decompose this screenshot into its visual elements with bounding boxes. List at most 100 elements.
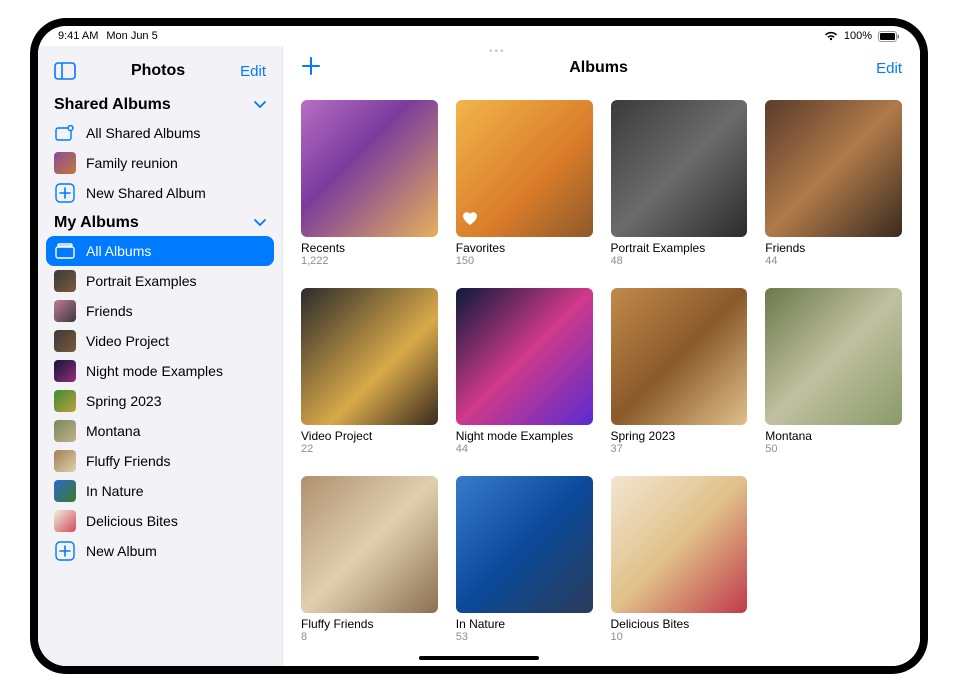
sidebar-item-label: Montana bbox=[86, 423, 140, 439]
sidebar-item-montana[interactable]: Montana bbox=[46, 416, 274, 446]
album-name: In Nature bbox=[456, 617, 593, 631]
album-count: 44 bbox=[456, 443, 593, 455]
more-dots-icon[interactable]: ••• bbox=[489, 46, 506, 57]
album-count: 53 bbox=[456, 631, 593, 643]
main-edit-button[interactable]: Edit bbox=[876, 60, 902, 77]
album-name: Fluffy Friends bbox=[301, 617, 438, 631]
album-cover bbox=[611, 476, 748, 613]
sidebar-title: Photos bbox=[76, 62, 240, 80]
album-cover bbox=[456, 476, 593, 613]
album-count: 8 bbox=[301, 631, 438, 643]
album-count: 1,222 bbox=[301, 255, 438, 267]
sidebar-item-spring-2023[interactable]: Spring 2023 bbox=[46, 386, 274, 416]
albums-grid[interactable]: Recents 1,222 Favorites 150 bbox=[283, 90, 920, 666]
album-delicious-bites[interactable]: Delicious Bites 10 bbox=[611, 476, 748, 646]
album-stack-icon bbox=[54, 240, 76, 262]
album-count: 44 bbox=[765, 255, 902, 267]
chevron-down-icon bbox=[254, 214, 266, 232]
album-recents[interactable]: Recents 1,222 bbox=[301, 100, 438, 270]
section-header-my[interactable]: My Albums bbox=[38, 208, 282, 236]
sidebar-item-all-albums[interactable]: All Albums bbox=[46, 236, 274, 266]
album-name: Montana bbox=[765, 429, 902, 443]
album-name: Favorites bbox=[456, 241, 593, 255]
plus-icon bbox=[54, 182, 76, 204]
album-cover bbox=[611, 100, 748, 237]
sidebar-item-delicious-bites[interactable]: Delicious Bites bbox=[46, 506, 274, 536]
heart-icon bbox=[462, 211, 478, 231]
album-thumbnail bbox=[54, 390, 76, 412]
album-cover bbox=[456, 288, 593, 425]
album-cover bbox=[301, 100, 438, 237]
album-portrait-examples[interactable]: Portrait Examples 48 bbox=[611, 100, 748, 270]
album-name: Video Project bbox=[301, 429, 438, 443]
album-name: Recents bbox=[301, 241, 438, 255]
home-indicator[interactable] bbox=[419, 656, 539, 660]
plus-icon bbox=[54, 540, 76, 562]
album-thumbnail bbox=[54, 152, 76, 174]
sidebar-item-label: New Shared Album bbox=[86, 185, 206, 201]
album-fluffy-friends[interactable]: Fluffy Friends 8 bbox=[301, 476, 438, 646]
album-montana[interactable]: Montana 50 bbox=[765, 288, 902, 458]
sidebar-item-in-nature[interactable]: In Nature bbox=[46, 476, 274, 506]
sidebar-item-fluffy-friends[interactable]: Fluffy Friends bbox=[46, 446, 274, 476]
sidebar-item-label: Spring 2023 bbox=[86, 393, 162, 409]
page-title: Albums bbox=[569, 59, 628, 77]
album-spring-2023[interactable]: Spring 2023 37 bbox=[611, 288, 748, 458]
album-cover bbox=[301, 476, 438, 613]
sidebar-item-label: In Nature bbox=[86, 483, 144, 499]
album-count: 48 bbox=[611, 255, 748, 267]
album-in-nature[interactable]: In Nature 53 bbox=[456, 476, 593, 646]
album-favorites[interactable]: Favorites 150 bbox=[456, 100, 593, 270]
battery-percent: 100% bbox=[844, 30, 872, 42]
sidebar-item-video-project[interactable]: Video Project bbox=[46, 326, 274, 356]
wifi-icon bbox=[824, 31, 838, 41]
sidebar-item-portrait-examples[interactable]: Portrait Examples bbox=[46, 266, 274, 296]
sidebar-item-night-mode[interactable]: Night mode Examples bbox=[46, 356, 274, 386]
section-label: My Albums bbox=[54, 214, 139, 232]
album-thumbnail bbox=[54, 330, 76, 352]
sidebar-edit-button[interactable]: Edit bbox=[240, 63, 266, 80]
album-count: 150 bbox=[456, 255, 593, 267]
album-name: Delicious Bites bbox=[611, 617, 748, 631]
status-date: Mon Jun 5 bbox=[106, 30, 157, 42]
sidebar-item-label: Fluffy Friends bbox=[86, 453, 171, 469]
album-video-project[interactable]: Video Project 22 bbox=[301, 288, 438, 458]
album-thumbnail bbox=[54, 270, 76, 292]
add-album-button[interactable] bbox=[301, 56, 321, 81]
album-friends[interactable]: Friends 44 bbox=[765, 100, 902, 270]
album-name: Spring 2023 bbox=[611, 429, 748, 443]
sidebar-item-label: Video Project bbox=[86, 333, 169, 349]
sidebar-item-label: Friends bbox=[86, 303, 133, 319]
album-night-mode[interactable]: Night mode Examples 44 bbox=[456, 288, 593, 458]
sidebar-item-label: All Albums bbox=[86, 243, 151, 259]
sidebar-item-label: Portrait Examples bbox=[86, 273, 196, 289]
sidebar: Photos Edit Shared Albums All Share bbox=[38, 46, 283, 666]
sidebar-item-all-shared[interactable]: All Shared Albums bbox=[46, 118, 274, 148]
device-frame: 9:41 AM Mon Jun 5 100% ••• bbox=[30, 18, 928, 674]
status-bar: 9:41 AM Mon Jun 5 100% bbox=[38, 26, 920, 46]
album-cover bbox=[765, 100, 902, 237]
sidebar-item-label: Family reunion bbox=[86, 155, 178, 171]
screen: 9:41 AM Mon Jun 5 100% ••• bbox=[38, 26, 920, 666]
sidebar-item-label: Delicious Bites bbox=[86, 513, 178, 529]
status-time: 9:41 AM bbox=[58, 30, 98, 42]
section-header-shared[interactable]: Shared Albums bbox=[38, 90, 282, 118]
sidebar-item-new-shared[interactable]: New Shared Album bbox=[46, 178, 274, 208]
album-thumbnail bbox=[54, 360, 76, 382]
sidebar-item-friends[interactable]: Friends bbox=[46, 296, 274, 326]
album-cover bbox=[765, 288, 902, 425]
battery-icon bbox=[878, 31, 900, 42]
section-label: Shared Albums bbox=[54, 96, 171, 114]
album-cover bbox=[611, 288, 748, 425]
sidebar-toggle-icon[interactable] bbox=[54, 62, 76, 80]
sidebar-item-new-album[interactable]: New Album bbox=[46, 536, 274, 566]
album-name: Friends bbox=[765, 241, 902, 255]
album-name: Night mode Examples bbox=[456, 429, 593, 443]
chevron-down-icon bbox=[254, 96, 266, 114]
album-count: 50 bbox=[765, 443, 902, 455]
sidebar-item-family-reunion[interactable]: Family reunion bbox=[46, 148, 274, 178]
sidebar-item-label: Night mode Examples bbox=[86, 363, 223, 379]
album-count: 22 bbox=[301, 443, 438, 455]
album-name: Portrait Examples bbox=[611, 241, 748, 255]
album-thumbnail bbox=[54, 450, 76, 472]
